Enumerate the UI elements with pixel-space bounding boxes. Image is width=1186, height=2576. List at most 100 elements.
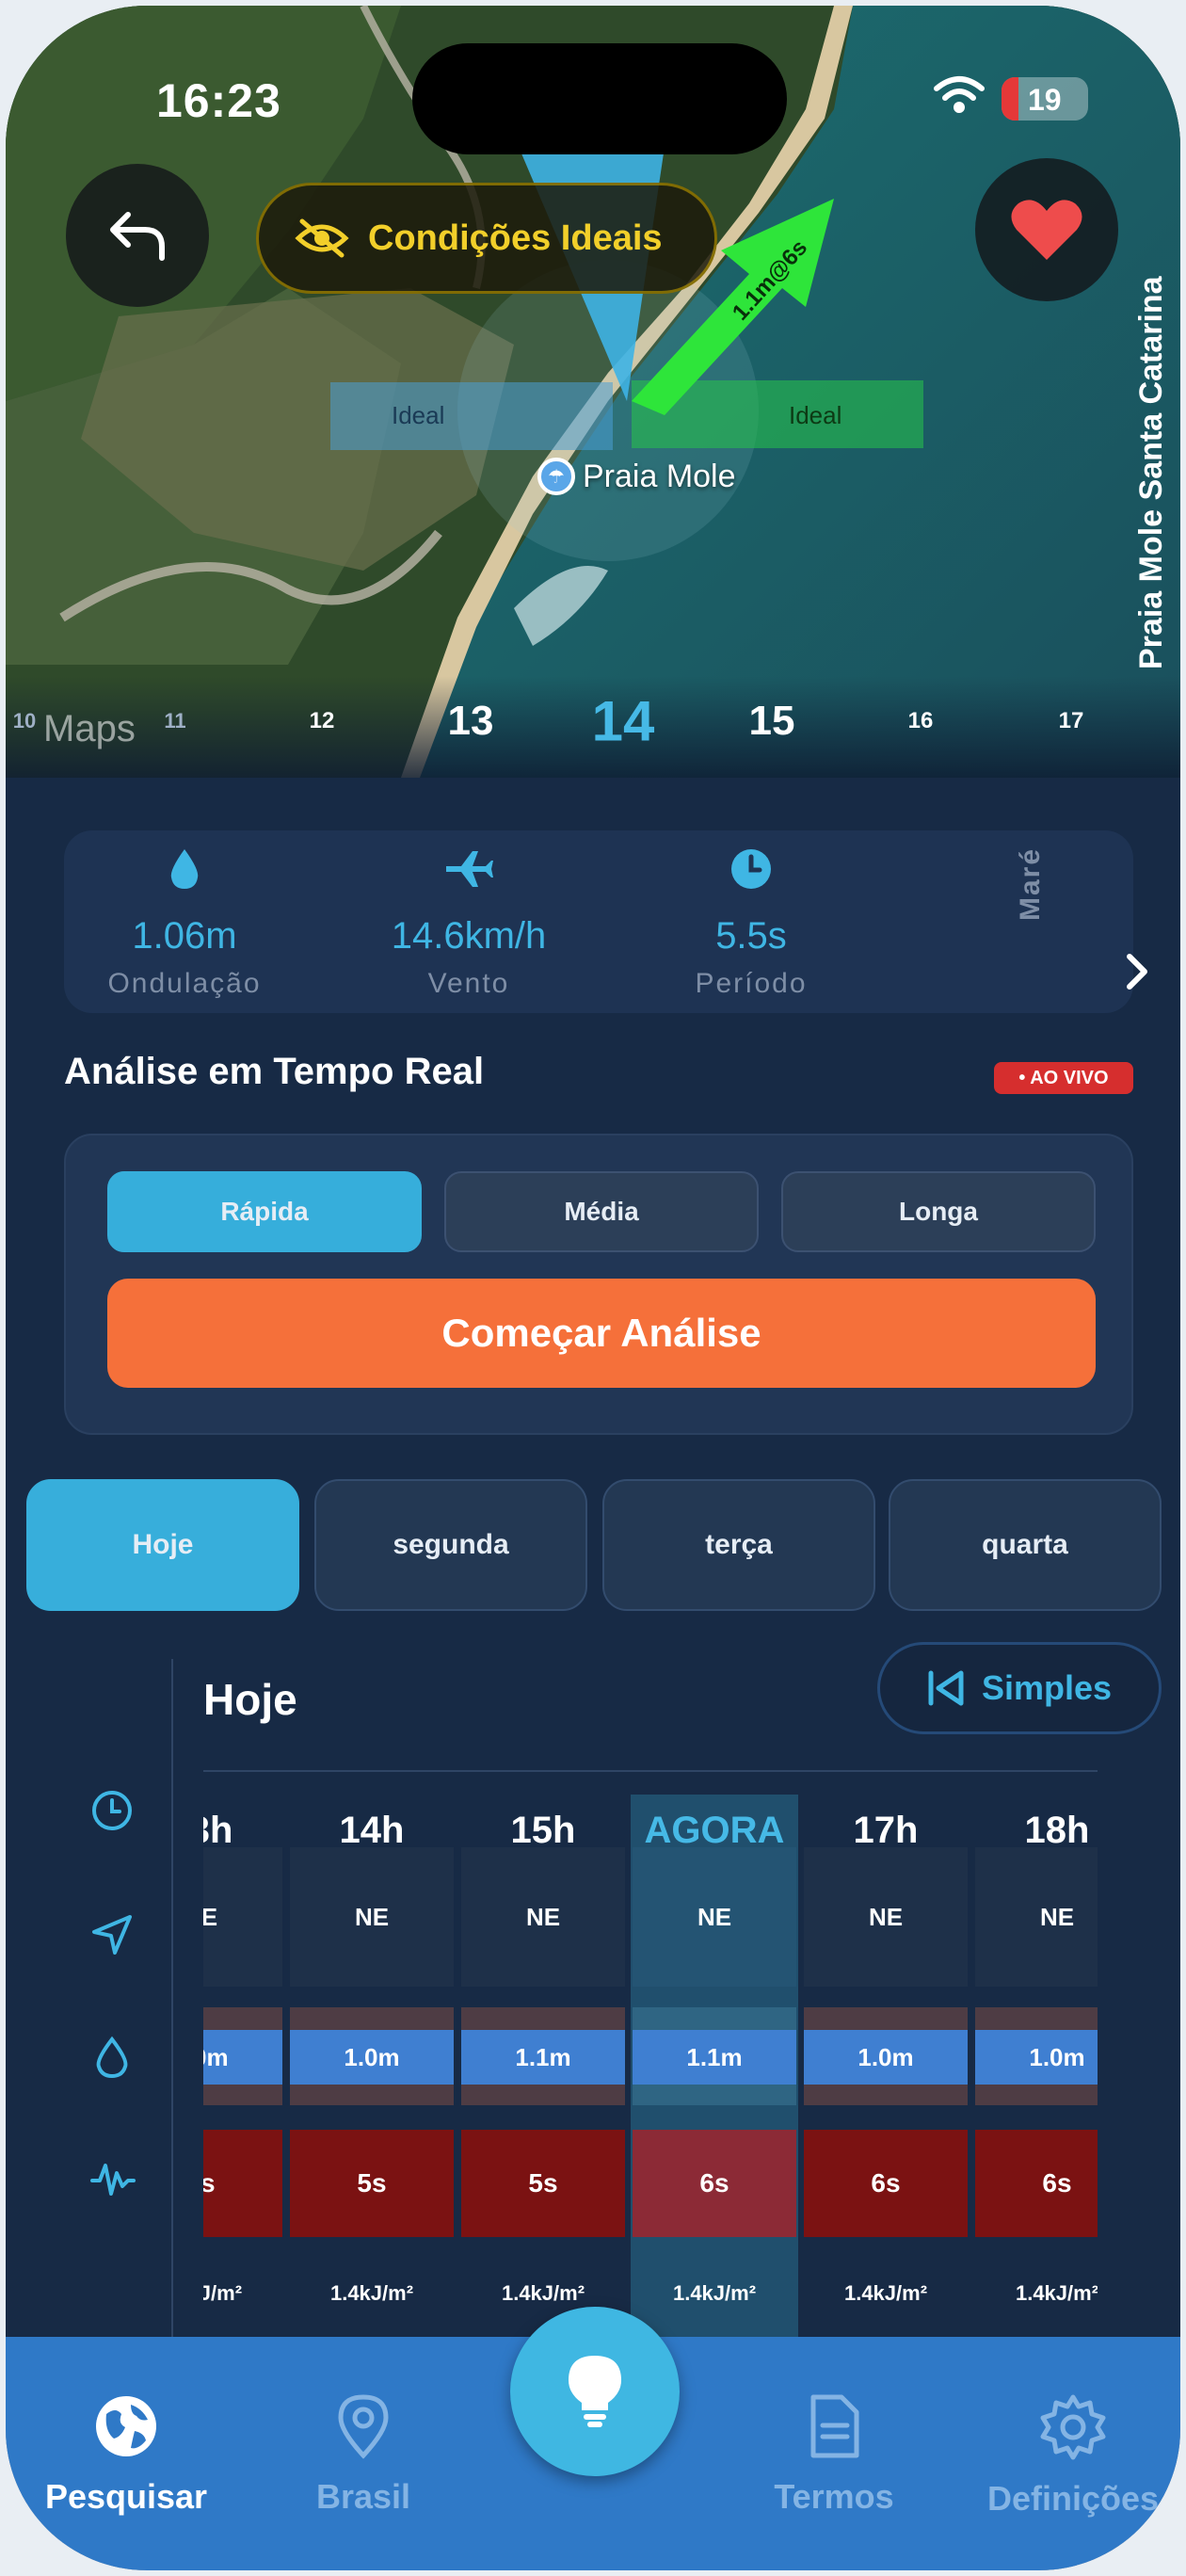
battery-indicator: 19 — [1002, 77, 1088, 121]
wave-energy: 1.4kJ/m² — [843, 2281, 928, 2305]
back-button[interactable] — [66, 164, 209, 307]
battery-level: 19 — [1028, 83, 1062, 117]
day-17[interactable]: 17 — [1059, 708, 1084, 734]
favorite-button[interactable] — [975, 158, 1118, 301]
wave-height: 1.0m — [975, 2030, 1098, 2085]
globe-icon — [96, 2396, 156, 2456]
ideal-conditions-label: Condições Ideais — [368, 217, 663, 258]
option-rapida[interactable]: Rápida — [107, 1171, 422, 1252]
undo-arrow-icon — [110, 212, 165, 261]
tips-button[interactable] — [510, 2307, 680, 2476]
wave-period: 6s — [804, 2130, 968, 2237]
map-view[interactable]: 16:23 19 Condições Ideais Praia Mole San… — [6, 6, 1180, 778]
wifi-icon — [934, 76, 985, 113]
chevron-right-icon[interactable] — [1126, 953, 1150, 990]
hour-label: 17h — [853, 1810, 919, 1851]
wave-height: 1.1m — [461, 2030, 625, 2085]
tab-terca[interactable]: terça — [602, 1479, 875, 1611]
swell-value: 1.06m — [132, 915, 237, 957]
wind-direction: NE — [804, 1847, 968, 1987]
forecast-divider — [203, 1770, 1098, 1772]
location-vertical-label: Praia Mole Santa Catarina — [1133, 276, 1169, 669]
tab-definicoes[interactable]: Definições — [970, 2393, 1177, 2519]
collapse-icon — [928, 1670, 964, 1706]
simple-view-label: Simples — [981, 1668, 1113, 1707]
tab-termos-label: Termos — [774, 2477, 894, 2516]
lightbulb-icon — [569, 2356, 621, 2427]
hour-label: 13h — [203, 1810, 233, 1851]
sidebar-divider — [171, 1659, 173, 2337]
wind-direction: NE — [461, 1847, 625, 1987]
forecast-column-now[interactable]: AGORA NE 1.1m 6s 1.4kJ/m² — [631, 1795, 798, 2341]
start-analysis-button[interactable]: Começar Análise — [107, 1279, 1096, 1388]
tab-segunda[interactable]: segunda — [314, 1479, 587, 1611]
wind-direction: NE — [203, 1847, 282, 1987]
beach-name: Praia Mole — [583, 458, 736, 494]
analysis-panel: Rápida Média Longa Começar Análise — [64, 1134, 1133, 1435]
tab-brasil[interactable]: Brasil — [260, 2393, 467, 2517]
wave-energy: 1.4kJ/m² — [329, 2281, 414, 2305]
wind-direction: NE — [975, 1847, 1098, 1987]
wind-label: Vento — [427, 968, 510, 999]
wave-height: 1.0m — [203, 2030, 282, 2085]
day-12[interactable]: 12 — [310, 708, 335, 734]
day-11[interactable]: 11 — [164, 709, 185, 733]
forecast-column[interactable]: 18h NE 1.0m 6s 1.4kJ/m² — [973, 1795, 1098, 2341]
wave-period: 6s — [633, 2130, 796, 2237]
status-time: 16:23 — [156, 74, 281, 127]
wave-cell: 1.1m — [633, 2007, 796, 2105]
tab-definicoes-label: Definições — [986, 2479, 1160, 2518]
heart-icon — [1011, 200, 1082, 260]
tab-hoje[interactable]: Hoje — [26, 1479, 299, 1611]
period-value: 5.5s — [715, 915, 787, 957]
tab-termos[interactable]: Termos — [730, 2393, 938, 2517]
drop-outline-icon — [96, 2036, 128, 2079]
day-10[interactable]: 10 — [13, 709, 36, 733]
waveform-icon — [90, 2164, 136, 2196]
phone-screen: 16:23 19 Condições Ideais Praia Mole San… — [6, 6, 1180, 2570]
airplane-icon — [446, 851, 493, 887]
dynamic-island — [412, 43, 787, 154]
maps-logo: Maps — [43, 708, 136, 749]
option-media[interactable]: Média — [444, 1171, 759, 1252]
day-14-selected[interactable]: 14 — [592, 689, 655, 754]
conditions-summary[interactable]: 1.06m Ondulação 14.6km/h Vento 5.5s Perí… — [64, 830, 1147, 1013]
forecast-column[interactable]: 15h NE 1.1m 5s 1.4kJ/m² — [459, 1795, 627, 2341]
wind-direction: NE — [290, 1847, 454, 1987]
realtime-analysis-title: Análise em Tempo Real — [64, 1051, 485, 1092]
tab-pesquisar-label: Pesquisar — [44, 2477, 208, 2516]
wave-energy: 1.4kJ/m² — [203, 2281, 243, 2305]
tab-pesquisar[interactable]: Pesquisar — [23, 2393, 230, 2517]
forecast-column[interactable]: 14h NE 1.0m 5s 1.4kJ/m² — [288, 1795, 456, 2341]
simple-view-toggle[interactable]: Simples — [877, 1642, 1162, 1734]
wave-period: 5s — [461, 2130, 625, 2237]
beach-marker[interactable]: ☂ Praia Mole — [537, 458, 736, 495]
map-pin-icon — [338, 2394, 389, 2459]
wave-cell: 1.1m — [461, 2007, 625, 2105]
tide-label: Maré — [1015, 846, 1046, 921]
tab-quarta[interactable]: quarta — [889, 1479, 1162, 1611]
forecast-column[interactable]: 13h NE 1.0m 5s 1.4kJ/m² — [203, 1795, 284, 2341]
wave-energy: 1.4kJ/m² — [1015, 2281, 1098, 2305]
ideal-conditions-toggle[interactable]: Condições Ideais — [256, 183, 717, 294]
period-label: Período — [695, 968, 808, 999]
day-15[interactable]: 15 — [749, 698, 795, 745]
main-content: 1.06m Ondulação 14.6km/h Vento 5.5s Perí… — [6, 778, 1180, 2341]
hourly-forecast-grid[interactable]: 13h NE 1.0m 5s 1.4kJ/m² 14h NE 1.0m 5s 1… — [203, 1795, 1098, 2341]
document-icon — [810, 2394, 859, 2458]
day-13[interactable]: 13 — [448, 698, 494, 745]
hour-label: 15h — [510, 1810, 576, 1851]
umbrella-icon: ☂ — [537, 458, 575, 495]
wave-cell: 1.0m — [804, 2007, 968, 2105]
wave-period: 5s — [203, 2130, 282, 2237]
gear-icon — [1040, 2394, 1106, 2460]
navigation-icon — [92, 1915, 132, 1955]
tab-brasil-label: Brasil — [315, 2477, 411, 2516]
clock-icon — [731, 849, 771, 889]
hour-label: AGORA — [644, 1810, 785, 1851]
day-16[interactable]: 16 — [908, 708, 934, 734]
wave-cell: 1.0m — [203, 2007, 282, 2105]
option-longa[interactable]: Longa — [781, 1171, 1096, 1252]
forecast-column[interactable]: 17h NE 1.0m 6s 1.4kJ/m² — [802, 1795, 970, 2341]
wave-energy: 1.4kJ/m² — [672, 2281, 757, 2305]
